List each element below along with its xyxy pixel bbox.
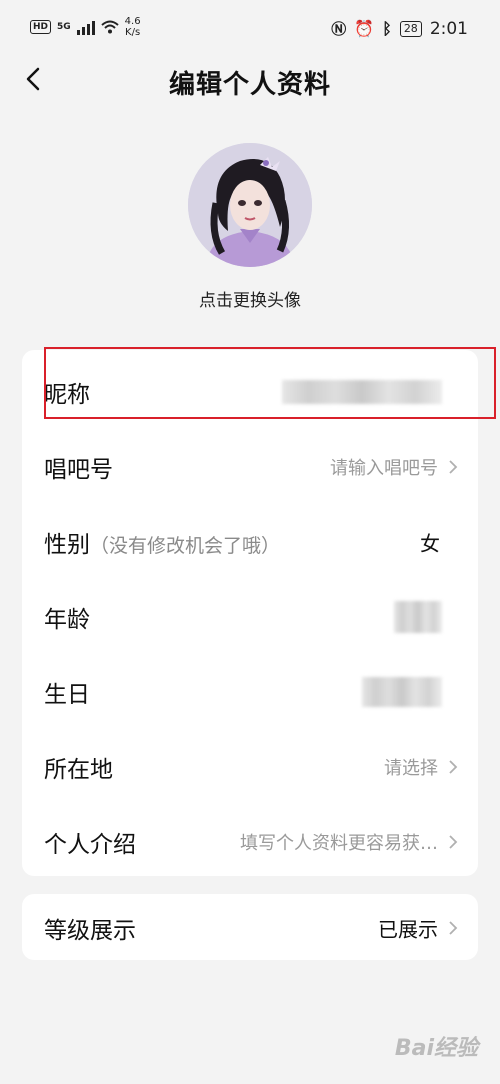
row-level-display[interactable]: 等级展示 已展示 xyxy=(22,890,478,965)
age-value-blurred xyxy=(394,600,442,633)
level-display-label: 等级展示 xyxy=(44,917,136,944)
wifi-icon xyxy=(101,20,119,34)
row-age[interactable]: 年龄 xyxy=(22,579,478,654)
hd-badge: HD xyxy=(30,20,52,34)
chevron-right-icon xyxy=(449,759,458,774)
change-avatar-caption[interactable]: 点击更换头像 xyxy=(0,286,500,311)
alarm-icon: ⏰ xyxy=(354,19,375,38)
row-location[interactable]: 所在地 请选择 xyxy=(22,729,478,804)
clock-time: 2:01 xyxy=(429,18,468,39)
status-right: Ⓝ ⏰ ᛒ 28 2:01 xyxy=(331,18,468,39)
status-left: HD 5G 4.6 K/s xyxy=(30,16,141,38)
row-bio[interactable]: 个人介绍 填写个人资料更容易获… xyxy=(22,804,478,879)
row-changba-id[interactable]: 唱吧号 请输入唱吧号 xyxy=(22,429,478,504)
profile-fields-card: 昵称 唱吧号 请输入唱吧号 性别（没有修改机会了哦） 女 年龄 生日 所在地 请… xyxy=(22,350,478,876)
speed-unit: K/s xyxy=(125,27,141,38)
nav-header: 编辑个人资料 xyxy=(0,52,500,112)
gender-note: （没有修改机会了哦） xyxy=(90,534,281,557)
location-value: 请选择 xyxy=(384,757,438,779)
birthday-value-blurred xyxy=(362,676,442,707)
nfc-icon: Ⓝ xyxy=(331,20,347,38)
page-title: 编辑个人资料 xyxy=(168,70,331,100)
speed-value: 4.6 xyxy=(124,16,141,27)
gender-label: 性别（没有修改机会了哦） xyxy=(44,525,280,559)
bio-label: 个人介绍 xyxy=(44,831,136,858)
highlight-box xyxy=(44,347,496,419)
row-gender: 性别（没有修改机会了哦） 女 xyxy=(22,504,478,579)
gender-value: 女 xyxy=(420,531,440,555)
signal-icon xyxy=(76,19,95,35)
changba-id-placeholder: 请输入唱吧号 xyxy=(330,457,438,479)
chevron-right-icon xyxy=(449,920,458,935)
chevron-right-icon xyxy=(449,834,458,849)
battery-icon: 28 xyxy=(399,20,422,37)
watermark: Bai经验 xyxy=(394,1036,478,1061)
birthday-label: 生日 xyxy=(44,681,90,708)
changba-id-label: 唱吧号 xyxy=(44,456,113,483)
location-label: 所在地 xyxy=(44,756,113,783)
row-birthday[interactable]: 生日 xyxy=(22,654,478,729)
bio-placeholder: 填写个人资料更容易获… xyxy=(240,832,438,854)
network-speed: 4.6 K/s xyxy=(125,16,141,38)
gender-label-text: 性别 xyxy=(44,531,90,558)
avatar-image xyxy=(188,143,312,267)
level-display-value: 已展示 xyxy=(378,917,438,941)
avatar[interactable] xyxy=(188,143,312,267)
bluetooth-icon: ᛒ xyxy=(382,19,392,38)
chevron-right-icon xyxy=(449,459,458,474)
age-label: 年龄 xyxy=(44,606,90,633)
network-type: 5G xyxy=(57,22,71,32)
level-display-card: 等级展示 已展示 xyxy=(22,894,478,960)
status-bar: HD 5G 4.6 K/s Ⓝ ⏰ ᛒ 28 2:01 xyxy=(0,0,500,60)
